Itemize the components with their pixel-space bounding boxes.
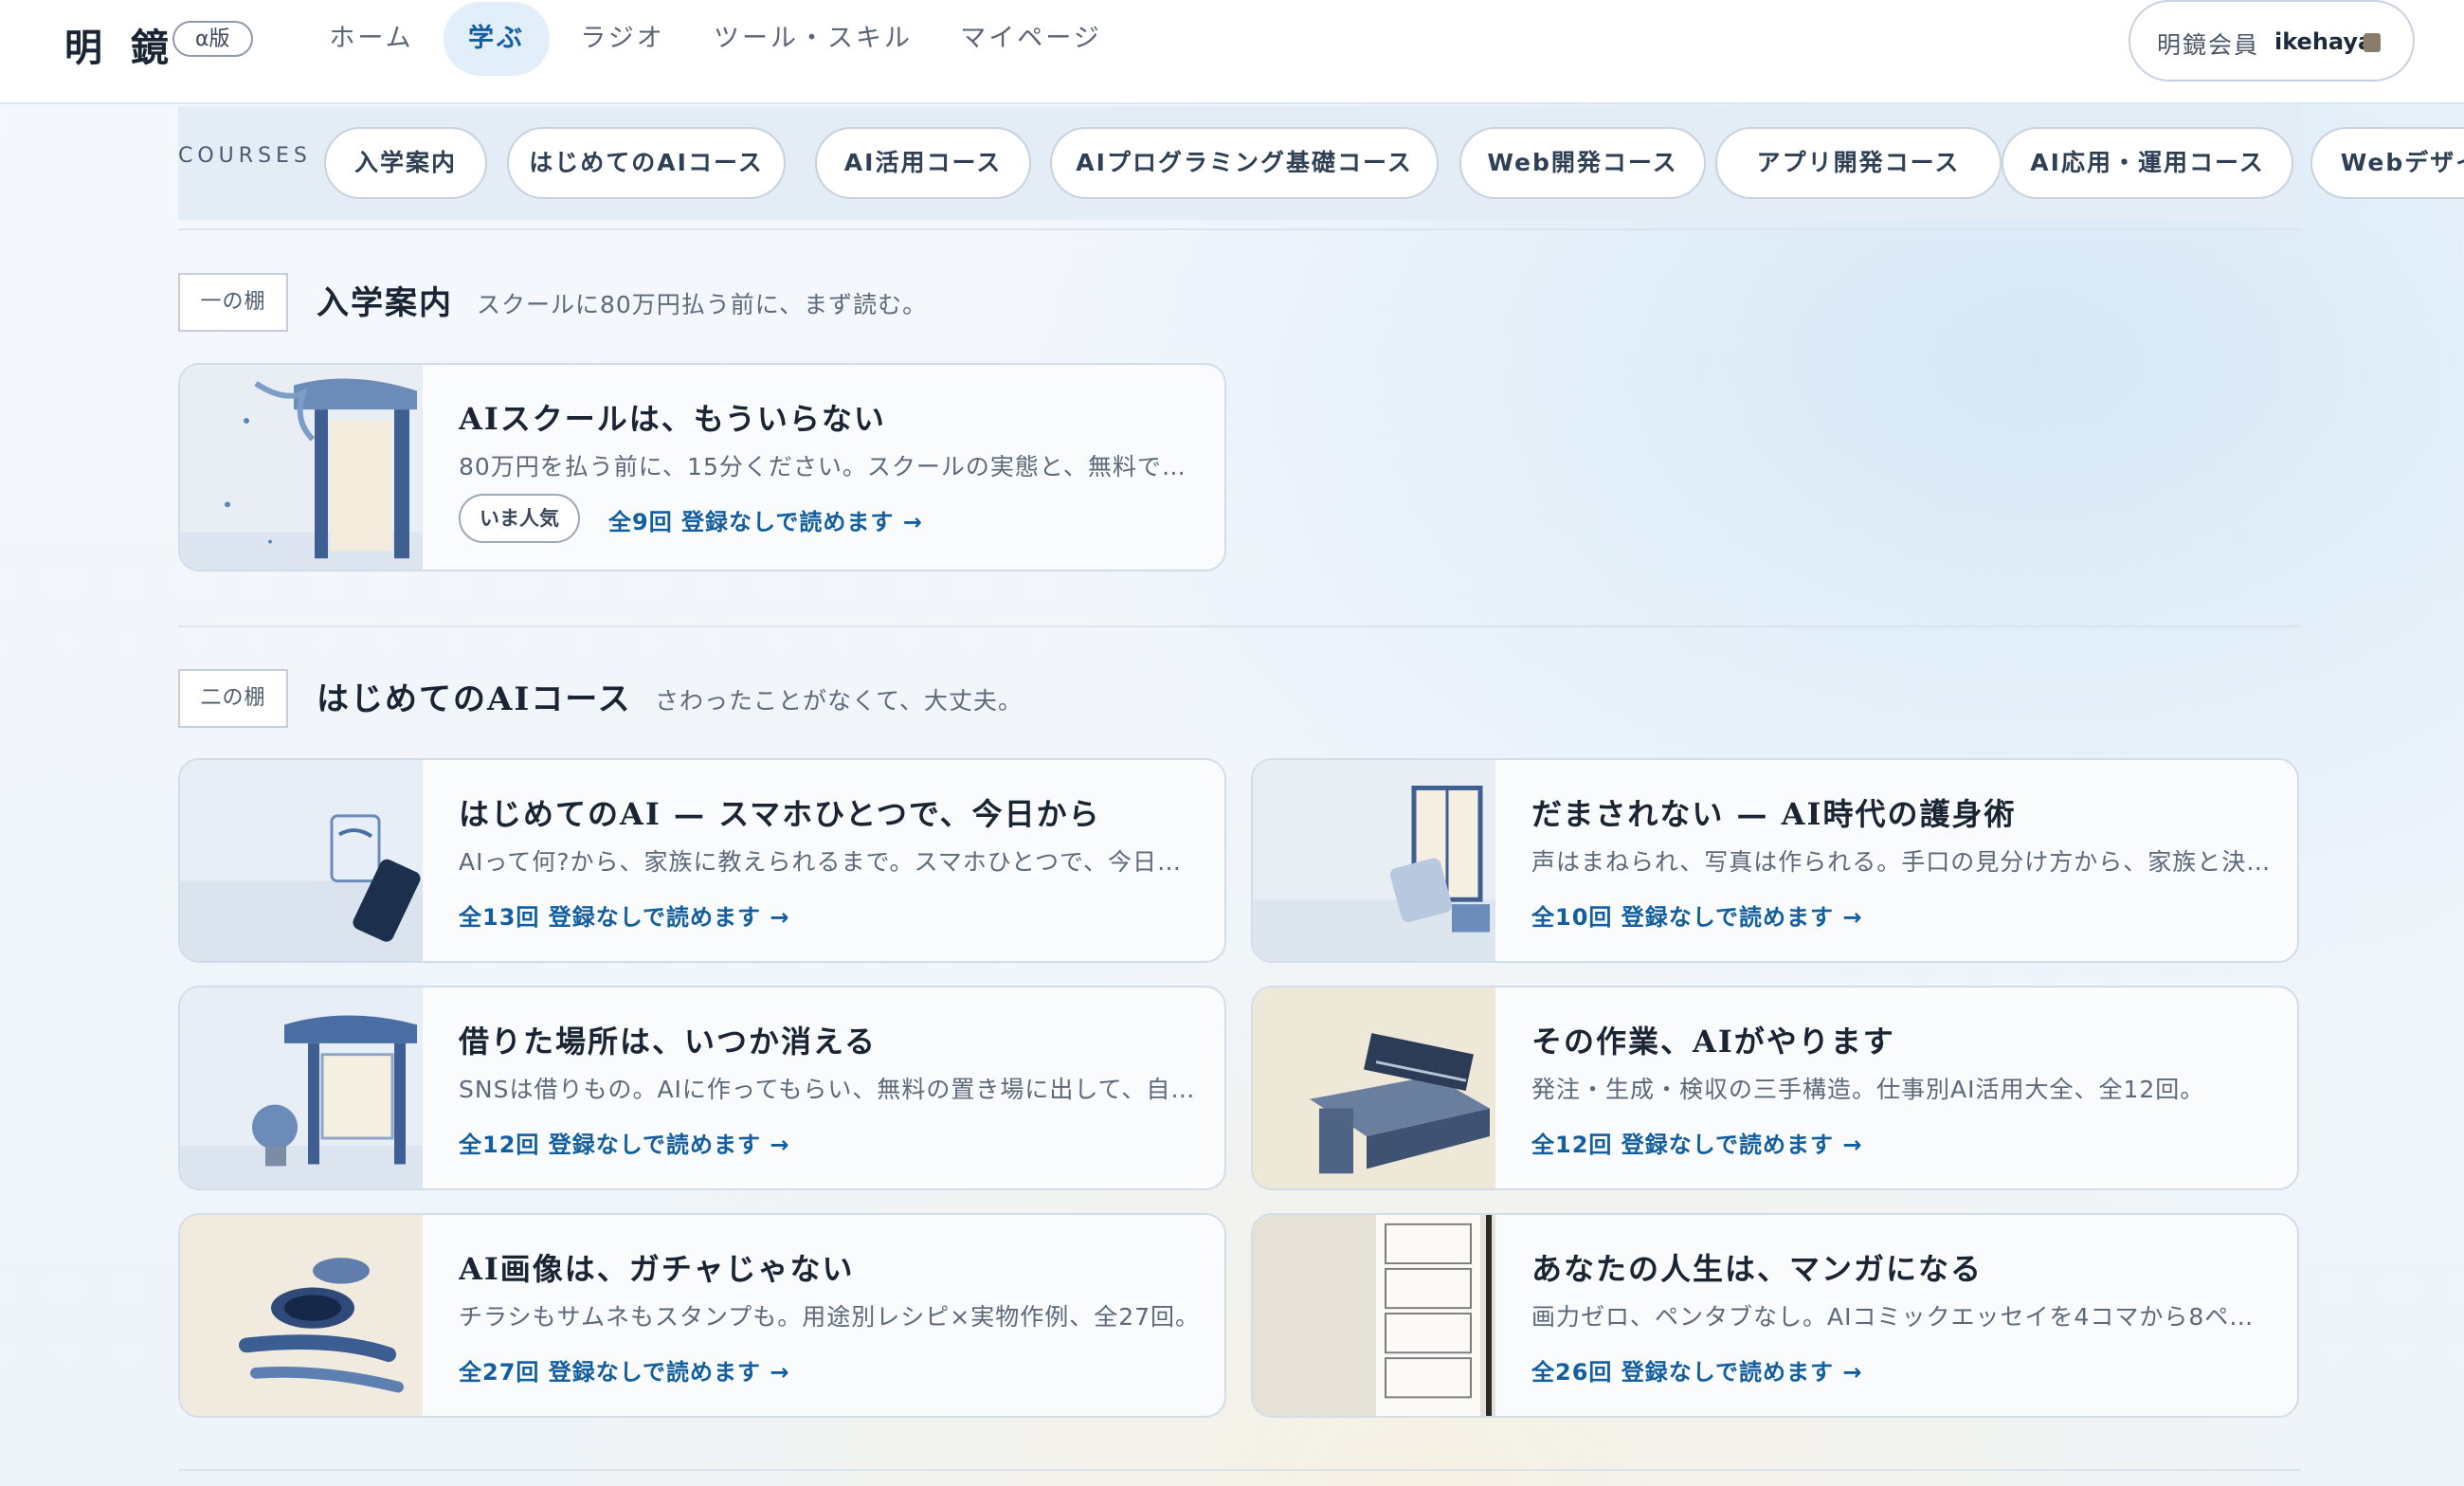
course-strip: COURSES 入学案内 はじめてのAIコース AI活用コース AIプログラミン… bbox=[178, 106, 2464, 220]
card-title: AI画像は、ガチャじゃない bbox=[459, 1251, 855, 1287]
book-icon bbox=[2364, 33, 2381, 52]
course-chip-ai-use[interactable]: AI活用コース bbox=[815, 127, 1031, 199]
section-subtitle: さわったことがなくて、大丈夫。 bbox=[655, 687, 1024, 715]
card-read-link[interactable]: 全10回 登録なしで読めます → bbox=[1531, 898, 1863, 932]
card-title: だまされない — AI時代の護身術 bbox=[1531, 796, 2017, 832]
card-title: あなたの人生は、マンガになる bbox=[1531, 1251, 1984, 1287]
popular-badge: いま人気 bbox=[459, 494, 580, 543]
alpha-badge: α版 bbox=[172, 21, 253, 57]
card-read-link[interactable]: 全9回 登録なしで読めます → bbox=[608, 503, 923, 536]
course-card[interactable]: 借りた場所は、いつか消える SNSは借りもの。AIに作ってもらい、無料の置き場に… bbox=[178, 986, 1226, 1190]
card-read-link[interactable]: 全12回 登録なしで読めます → bbox=[459, 1126, 790, 1159]
card-title: はじめてのAI — スマホひとつで、今日から bbox=[459, 796, 1101, 832]
nav-mypage[interactable]: マイページ bbox=[946, 2, 1116, 76]
card-description: 声はまねられ、写真は作られる。手口の見分け方から、家族と決… bbox=[1531, 848, 2272, 876]
nav-radio[interactable]: ラジオ bbox=[563, 2, 682, 76]
card-read-link[interactable]: 全12回 登録なしで読めます → bbox=[1531, 1126, 1863, 1159]
card-title: その作業、AIがやります bbox=[1531, 1024, 1895, 1060]
member-label: 明鏡会員 bbox=[2157, 31, 2260, 59]
divider bbox=[178, 228, 2301, 230]
card-description: チラシもサムネもスタンプも。用途別レシピ×実物作例、全27回。 bbox=[459, 1303, 1201, 1331]
username: ikehaya bbox=[2274, 28, 2374, 55]
course-card[interactable]: AI画像は、ガチャじゃない チラシもサムネもスタンプも。用途別レシピ×実物作例、… bbox=[178, 1213, 1226, 1418]
card-read-link[interactable]: 全26回 登録なしで読めます → bbox=[1531, 1353, 1863, 1386]
section-title: はじめてのAIコース bbox=[317, 680, 632, 718]
gate-icon bbox=[180, 365, 423, 570]
divider bbox=[178, 625, 2301, 627]
course-chip-ai-ops[interactable]: AI応用・運用コース bbox=[2002, 127, 2293, 199]
card-title: AIスクールは、もういらない bbox=[459, 401, 886, 437]
member-button[interactable]: 明鏡会員 ikehaya bbox=[2129, 0, 2415, 82]
lantern-icon bbox=[1253, 760, 1495, 961]
card-read-link[interactable]: 全13回 登録なしで読めます → bbox=[459, 898, 790, 932]
teacup-phone-icon bbox=[180, 760, 423, 961]
course-chip-app-dev[interactable]: アプリ開発コース bbox=[1715, 127, 2002, 199]
abacus-icon bbox=[1253, 988, 1495, 1188]
card-description: AIって何?から、家族に教えられるまで。スマホひとつで、今日… bbox=[459, 848, 1182, 876]
card-description: 80万円を払う前に、15分ください。スクールの実態と、無料で学… bbox=[459, 453, 1204, 480]
shelf-tag: 二の棚 bbox=[178, 669, 288, 728]
card-description: 画力ゼロ、ペンタブなし。AIコミックエッセイを4コマから8ペー… bbox=[1531, 1303, 2276, 1331]
section-title: 入学案内 bbox=[317, 284, 453, 322]
courses-label: COURSES bbox=[178, 144, 312, 168]
card-title: 借りた場所は、いつか消える bbox=[459, 1024, 878, 1060]
manga-panels-icon bbox=[1253, 1215, 1495, 1416]
ink-bowls-icon bbox=[180, 1215, 423, 1416]
site-logo[interactable]: 明 鏡 bbox=[64, 17, 176, 72]
signboard-icon bbox=[180, 988, 423, 1188]
course-card[interactable]: はじめてのAI — スマホひとつで、今日から AIって何?から、家族に教えられる… bbox=[178, 758, 1226, 963]
course-chip-web-design[interactable]: Webデザイ bbox=[2310, 127, 2464, 199]
course-chip-web-dev[interactable]: Web開発コース bbox=[1459, 127, 1706, 199]
course-card[interactable]: その作業、AIがやります 発注・生成・検収の三手構造。仕事別AI活用大全、全12… bbox=[1251, 986, 2299, 1190]
course-chip-admission[interactable]: 入学案内 bbox=[324, 127, 487, 199]
course-card[interactable]: あなたの人生は、マンガになる 画力ゼロ、ペンタブなし。AIコミックエッセイを4コ… bbox=[1251, 1213, 2299, 1418]
course-chip-first-ai[interactable]: はじめてのAIコース bbox=[507, 127, 786, 199]
top-header: 明 鏡 α版 ホーム 学ぶ ラジオ ツール・スキル マイページ 明鏡会員 ike… bbox=[0, 0, 2464, 104]
nav-home[interactable]: ホーム bbox=[313, 2, 430, 76]
divider bbox=[178, 1469, 2301, 1471]
nav-tools-skills[interactable]: ツール・スキル bbox=[701, 2, 925, 76]
course-chip-ai-programming[interactable]: AIプログラミング基礎コース bbox=[1050, 127, 1439, 199]
course-card[interactable]: AIスクールは、もういらない 80万円を払う前に、15分ください。スクールの実態… bbox=[178, 363, 1226, 571]
card-description: 発注・生成・検収の三手構造。仕事別AI活用大全、全12回。 bbox=[1531, 1076, 2205, 1103]
card-read-link[interactable]: 全27回 登録なしで読めます → bbox=[459, 1353, 790, 1386]
card-description: SNSは借りもの。AIに作ってもらい、無料の置き場に出して、自… bbox=[459, 1076, 1196, 1103]
nav-learn[interactable]: 学ぶ bbox=[444, 2, 550, 76]
course-card[interactable]: だまされない — AI時代の護身術 声はまねられ、写真は作られる。手口の見分け方… bbox=[1251, 758, 2299, 963]
shelf-tag: 一の棚 bbox=[178, 273, 288, 332]
section-subtitle: スクールに80万円払う前に、まず読む。 bbox=[477, 291, 928, 318]
